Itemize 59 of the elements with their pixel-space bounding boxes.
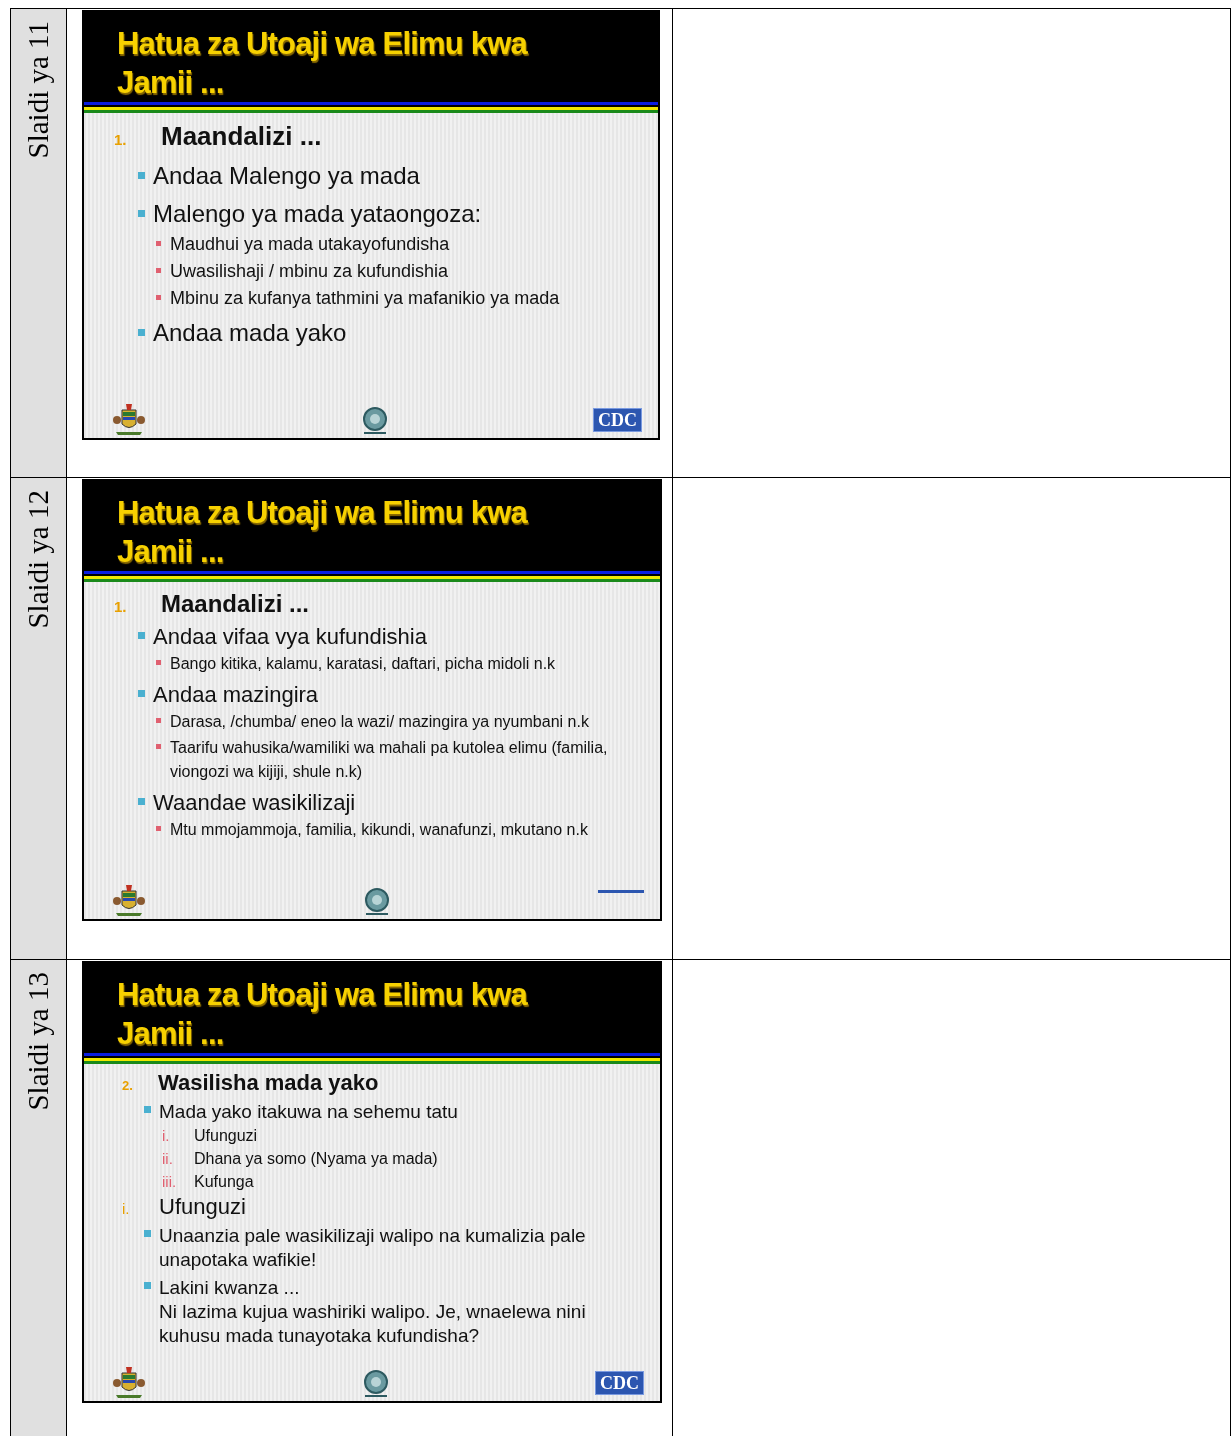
- list-numeral: iii.: [162, 1173, 178, 1190]
- bullet-icon: [156, 718, 161, 723]
- bullet-icon: [156, 268, 161, 273]
- bullet-text: Maudhui ya mada utakayofundisha: [170, 234, 450, 255]
- slide-label: Slaidi ya 11: [22, 21, 55, 159]
- bullet-text: Mbinu za kufanya tathmini ya mafanikio ya mada: [170, 288, 560, 309]
- bullet-icon: [144, 1106, 151, 1113]
- list-numeral: i.: [162, 1127, 171, 1144]
- bullet-icon: [156, 241, 161, 246]
- bullet-text: Andaa mada yako: [153, 319, 347, 347]
- bullet-text: Unaanzia pale wasikilizaji walipo na kumalizia pale unapotaka wafikie!: [159, 1224, 587, 1272]
- bullet-icon: [156, 744, 161, 749]
- bullet-icon: [156, 826, 161, 831]
- bullet-text: Uwasilishaji / mbinu za kufundishia: [170, 261, 449, 282]
- coat-of-arms-icon: [112, 402, 146, 436]
- logo-bar-icon: [598, 890, 644, 893]
- bullet-text: Mada yako itakuwa na sehemu tatu: [159, 1100, 458, 1124]
- bullet-text: Darasa, /chumba/ eneo la wazi/ mazingira ya nyumbani n.k: [170, 712, 589, 732]
- bullet-text: Wasilisha mada yako: [158, 1070, 379, 1096]
- bullet-text: Bango kitika, kalamu, karatasi, daftari, picha midoli n.k: [170, 654, 556, 674]
- bullet-text: Kufunga: [194, 1172, 254, 1192]
- bullet-text: Waandae wasikilizaji: [153, 790, 356, 816]
- list-number: 2.: [122, 1078, 134, 1093]
- bullet-icon: [138, 798, 145, 805]
- bullet-text: Andaa Malengo ya mada: [153, 162, 420, 190]
- slide-title: Hatua za Utoaji wa Elimu kwa Jamii ...: [117, 976, 529, 1053]
- bullet-text: Maandalizi ...: [161, 590, 310, 618]
- cdc-logo: CDC: [593, 408, 642, 432]
- bullet-text: Maandalizi ...: [161, 121, 322, 152]
- bullet-icon: [138, 210, 145, 217]
- bullet-icon: [144, 1282, 151, 1289]
- bullet-icon: [138, 172, 145, 179]
- bullet-icon: [144, 1230, 151, 1237]
- bullet-text: Ufunguzi: [159, 1193, 246, 1220]
- bullet-text: Dhana ya somo (Nyama ya mada): [194, 1149, 438, 1169]
- coat-of-arms-icon: [112, 1365, 146, 1399]
- slide-title: Hatua za Utoaji wa Elimu kwa Jamii ...: [117, 25, 529, 102]
- bullet-text: Andaa vifaa vya kufundishia: [153, 624, 427, 650]
- bullet-text: Taarifu wahusika/wamiliki wa mahali pa kutolea elimu (familia, viongozi wa kijiji, shule n.k): [170, 738, 609, 782]
- bullet-text: Malengo ya mada yataongoza:: [153, 200, 482, 228]
- slide-label: Slaidi ya 12: [22, 490, 55, 629]
- cdc-logo: CDC: [595, 1371, 644, 1395]
- bullet-icon: [156, 295, 161, 300]
- bullet-text: Mtu mmojammoja, familia, kikundi, wanafunzi, mkutano n.k: [170, 820, 588, 840]
- list-numeral: i.: [122, 1200, 131, 1217]
- bullet-text: Lakini kwanza ...: [159, 1276, 300, 1300]
- slide-title: Hatua za Utoaji wa Elimu kwa Jamii ...: [117, 494, 529, 571]
- list-number: 1.: [114, 598, 128, 615]
- bullet-icon: [138, 329, 145, 336]
- bullet-icon: [138, 632, 145, 639]
- slide-label: Slaidi ya 13: [22, 972, 55, 1111]
- list-number: 1.: [114, 131, 128, 148]
- bullet-text: Ufunguzi: [194, 1126, 258, 1146]
- bullet-icon: [156, 660, 161, 665]
- coat-of-arms-icon: [112, 883, 146, 917]
- bullet-icon: [138, 690, 145, 697]
- list-numeral: ii.: [162, 1150, 174, 1167]
- bullet-text: Andaa mazingira: [153, 682, 319, 708]
- bullet-text: Ni lazima kujua washiriki walipo. Je, wnaelewa nini kuhusu mada tunayotaka kufundisha?: [159, 1300, 587, 1348]
